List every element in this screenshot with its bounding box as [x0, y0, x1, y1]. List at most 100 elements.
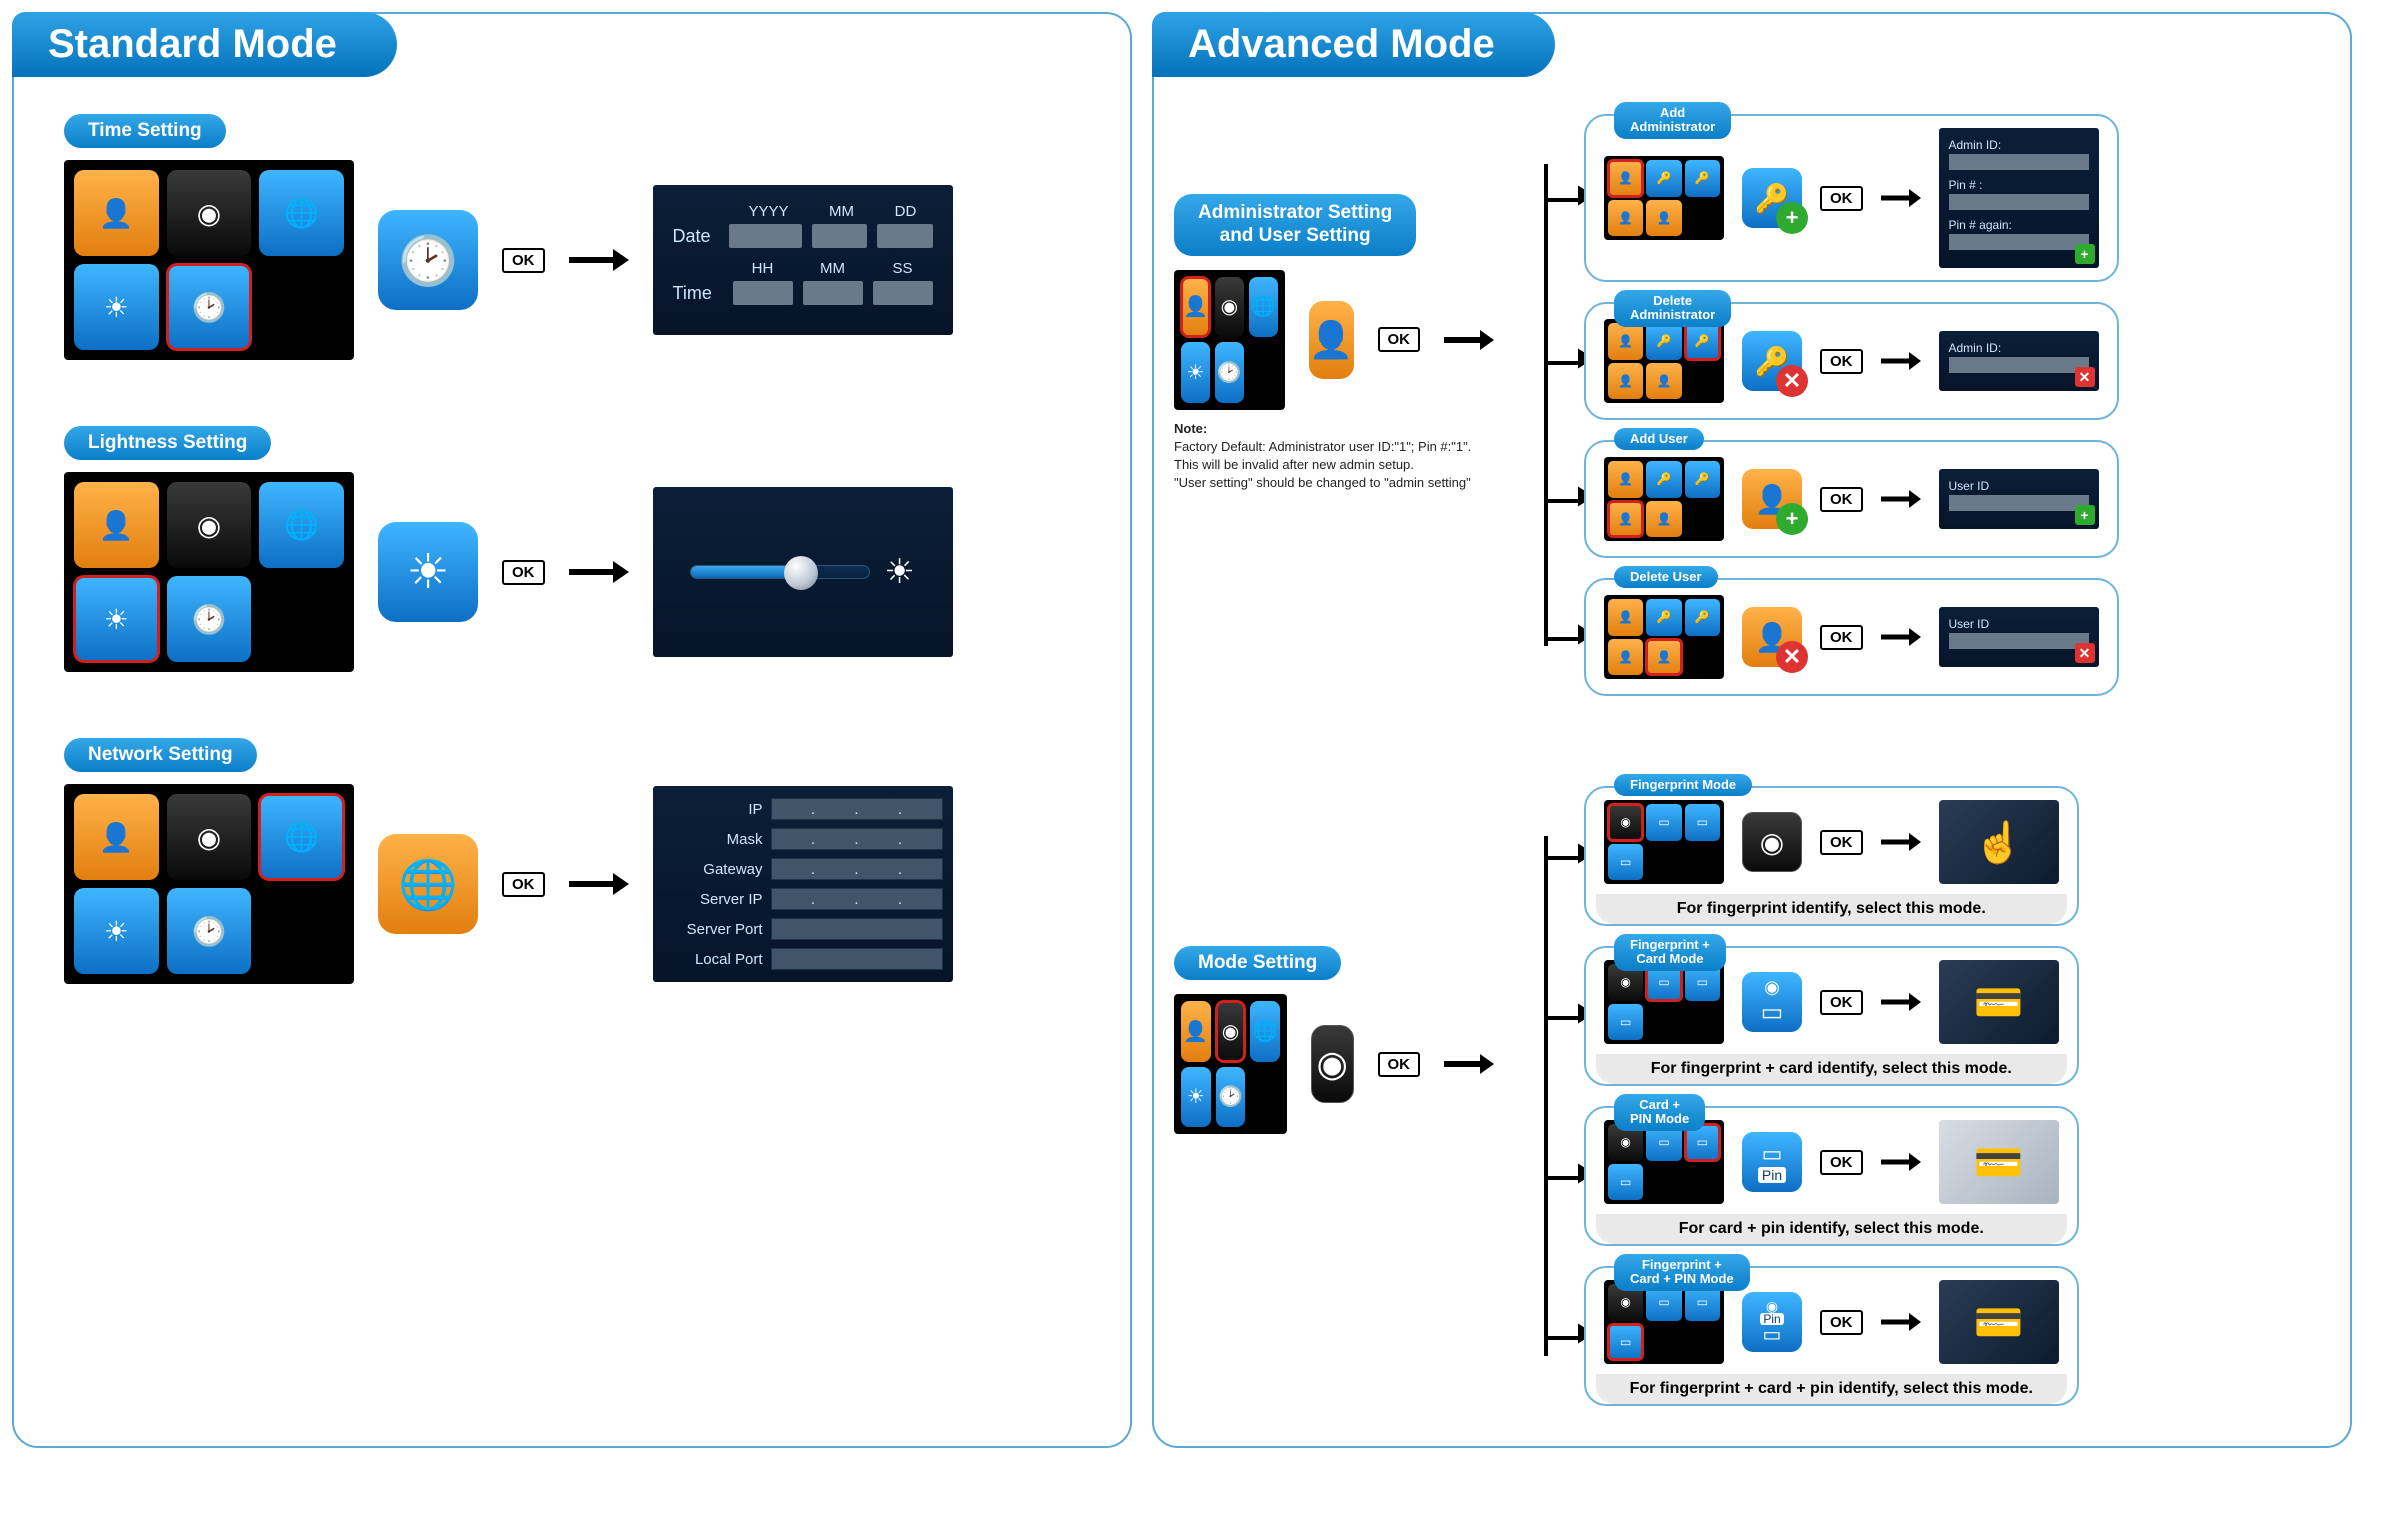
brightness-icon: ☀ [1181, 1067, 1211, 1128]
ok-button[interactable]: OK [502, 248, 545, 273]
time-setting-label: Time Setting [64, 114, 226, 148]
fp-card-pin-tile: ◉Pin▭ [1742, 1292, 1802, 1352]
note-title: Note: [1174, 421, 1207, 436]
ok-button[interactable]: OK [502, 560, 545, 585]
key-del-icon[interactable]: 🔑 [1685, 323, 1720, 360]
globe-pc-icon[interactable]: 🌐 [259, 794, 344, 880]
user-key-icon[interactable]: 👤 [1181, 277, 1210, 338]
note-line-1: Factory Default: Administrator user ID:"… [1174, 439, 1471, 454]
fp-card-pin-mode-icon: ▭ [1608, 844, 1643, 881]
network-result-screen: IP... Mask... Gateway... Server IP... Se… [653, 786, 953, 982]
clock-icon[interactable]: 🕑 [167, 264, 252, 350]
mode-setting-label: Mode Setting [1174, 946, 1341, 980]
fingerprint-mode-icon[interactable]: ◉ [1608, 804, 1643, 841]
ok-button[interactable]: OK [1820, 830, 1863, 855]
date-time-result-screen: YYYY MM DD Date HH MM SS [653, 185, 953, 335]
serverip-input[interactable]: ... [771, 888, 943, 910]
x-badge-icon: ✕ [1776, 365, 1808, 397]
admin-id-input[interactable] [1949, 154, 2089, 170]
fingerprint-icon: ◉ [167, 482, 252, 568]
del-user-form: User ID ✕ [1939, 607, 2099, 667]
admin-note: Note: Factory Default: Administrator use… [1174, 420, 1494, 493]
fingerprint-scanner-photo: ☝ [1939, 800, 2059, 884]
mask-input[interactable]: ... [771, 828, 943, 850]
brightness-tile: ☀ [378, 522, 478, 622]
user-id-input[interactable] [1949, 633, 2089, 649]
fingerprint-icon[interactable]: ◉ [1216, 1001, 1246, 1062]
serverport-input[interactable] [771, 918, 943, 940]
admin-id-label: Admin ID: [1949, 138, 2089, 152]
user-key-icon: 👤 [74, 482, 159, 568]
col-dd: DD [879, 203, 933, 220]
ok-button[interactable]: OK [1378, 327, 1421, 352]
ok-button[interactable]: OK [1378, 1052, 1421, 1077]
user-key-icon[interactable]: 👤 [1608, 160, 1643, 197]
pin-again-input[interactable] [1949, 234, 2089, 250]
ok-button[interactable]: OK [502, 872, 545, 897]
fingerprint-tile: ◉ [1311, 1025, 1353, 1103]
user-id-input[interactable] [1949, 495, 2089, 511]
time-label: Time [673, 283, 723, 304]
lightness-setting-section: Lightness Setting 👤 ◉ 🌐 ☀ 🕑 ☀ OK [64, 426, 1110, 672]
net-label-serverport: Server Port [663, 921, 763, 938]
brightness-icon[interactable]: ☀ [74, 576, 159, 662]
plus-badge-icon: + [2075, 505, 2095, 525]
key-add-icon: 🔑 [1646, 323, 1681, 360]
card-pin-mode-icon: ▭ [1685, 804, 1720, 841]
advanced-mode-panel: Advanced Mode Administrator Setting and … [1152, 12, 2352, 1448]
user-key-icon: 👤 [1608, 599, 1643, 636]
clock-icon: 🕑 [1216, 1067, 1246, 1128]
gateway-input[interactable]: ... [771, 858, 943, 880]
network-setting-label: Network Setting [64, 738, 257, 772]
key-del-tile: 🔑✕ [1742, 331, 1802, 391]
fp-card-pin-mode-icon[interactable]: ▭ [1608, 1324, 1643, 1361]
ip-input[interactable]: ... [771, 798, 943, 820]
brightness-slider[interactable] [690, 565, 870, 579]
arrow-right-icon [1881, 1151, 1921, 1173]
ok-button[interactable]: OK [1820, 1150, 1863, 1175]
user-add-icon: 👤 [1608, 200, 1643, 237]
ok-button[interactable]: OK [1820, 349, 1863, 374]
pin-input[interactable] [1949, 194, 2089, 210]
localport-input[interactable] [771, 948, 943, 970]
ok-button[interactable]: OK [1820, 990, 1863, 1015]
empty-icon [259, 576, 344, 662]
submenu-del-user: 👤 🔑 🔑 👤 👤 [1604, 595, 1724, 679]
card-label-card-pin: Card + PIN Mode [1614, 1094, 1705, 1131]
add-admin-form: Admin ID: Pin # : Pin # again: + [1939, 128, 2099, 268]
user-add-icon[interactable]: 👤 [1608, 501, 1643, 538]
date-mm-input[interactable] [812, 224, 867, 248]
date-dd-input[interactable] [877, 224, 932, 248]
ok-button[interactable]: OK [1820, 487, 1863, 512]
arrow-right-icon [1881, 488, 1921, 510]
admin-id-input[interactable] [1949, 357, 2089, 373]
clock-icon: 🕑 [167, 888, 252, 974]
arrow-right-icon [569, 245, 629, 275]
time-ss-input[interactable] [873, 281, 933, 305]
branch-add-user: Add User 👤 🔑 🔑 👤 👤 👤+ OK User ID [1584, 430, 2119, 568]
date-label: Date [673, 226, 719, 247]
time-hh-input[interactable] [733, 281, 793, 305]
fingerprint-icon: ◉ [167, 170, 252, 256]
x-badge-icon: ✕ [2075, 643, 2095, 663]
empty-icon [1250, 1067, 1280, 1128]
pin-label: Pin # : [1949, 178, 2089, 192]
ok-button[interactable]: OK [1820, 625, 1863, 650]
user-del-icon: 👤 [1646, 363, 1681, 400]
time-mm-input[interactable] [803, 281, 863, 305]
ok-button[interactable]: OK [1820, 186, 1863, 211]
fingerprint-tile: ◉ [1742, 812, 1802, 872]
user-del-icon[interactable]: 👤 [1646, 639, 1681, 676]
date-yyyy-input[interactable] [729, 224, 803, 248]
ok-button[interactable]: OK [1820, 1310, 1863, 1335]
card-label-fp-card: Fingerprint + Card Mode [1614, 934, 1726, 971]
empty-icon [259, 264, 344, 350]
user-add-tile: 👤+ [1742, 469, 1802, 529]
col-mm: MM [815, 203, 869, 220]
key-add-icon: 🔑 [1646, 461, 1681, 498]
user-key-icon: 👤 [74, 170, 159, 256]
empty-icon [259, 888, 344, 974]
user-key-icon: 👤 [1608, 323, 1643, 360]
fp-card-tile: ◉▭ [1742, 972, 1802, 1032]
network-setting-section: Network Setting 👤 ◉ 🌐 ☀ 🕑 🌐 OK IP... [64, 738, 1110, 984]
